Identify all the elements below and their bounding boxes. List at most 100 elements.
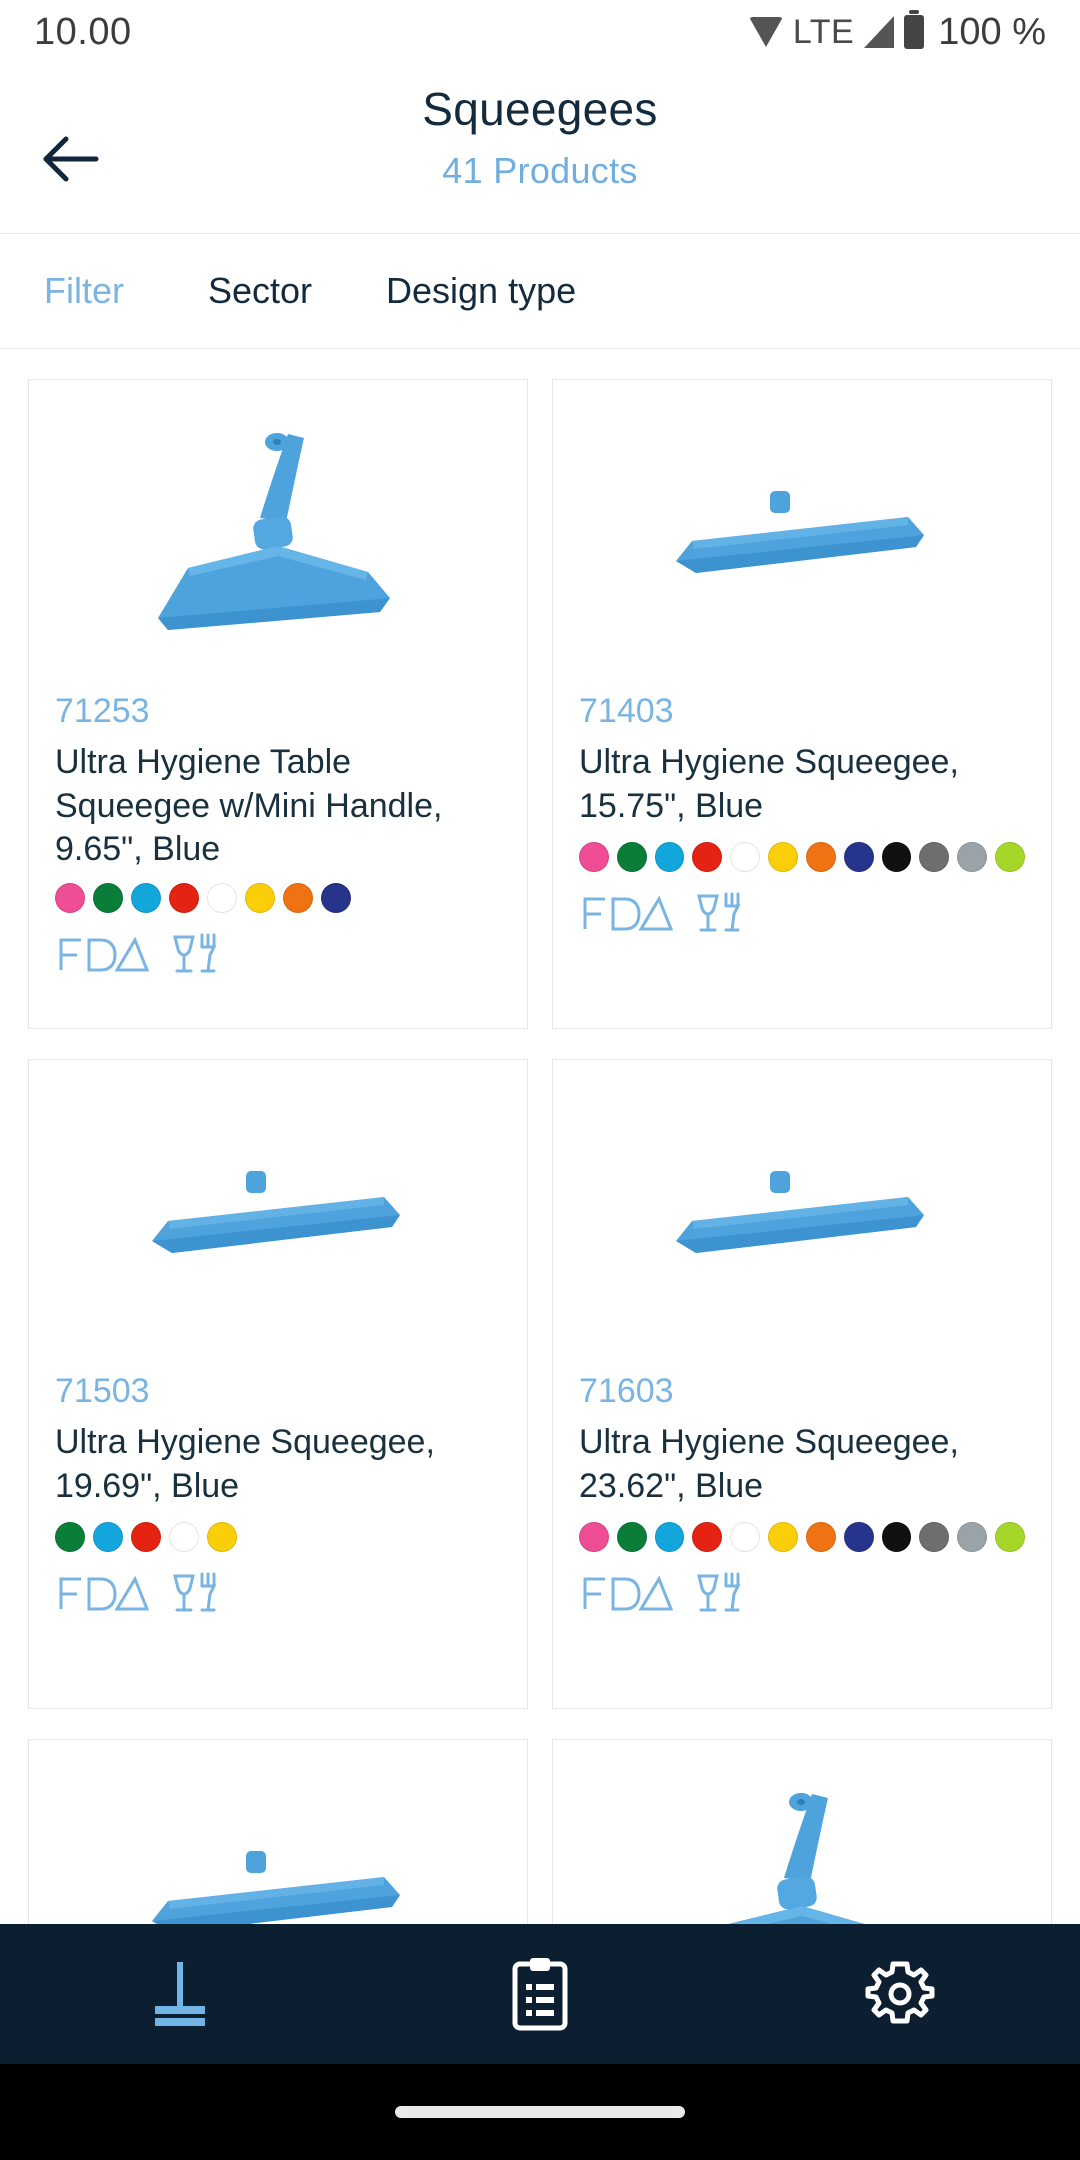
certification-badges [553, 1570, 1051, 1616]
color-swatch[interactable] [919, 1522, 950, 1553]
filter-tab-design-type[interactable]: Design type [386, 270, 576, 312]
color-swatch[interactable] [131, 883, 161, 913]
nav-item-products[interactable] [0, 1954, 360, 2034]
color-swatch[interactable] [730, 842, 761, 873]
product-info: 71403 Ultra Hygiene Squeegee, 15.75", Blu… [553, 692, 1051, 828]
color-swatch[interactable] [768, 1522, 798, 1553]
filter-bar: Filter Sector Design type [0, 234, 1080, 349]
product-image [553, 380, 1051, 680]
color-swatch[interactable] [579, 1522, 609, 1553]
color-swatch[interactable] [283, 883, 313, 913]
squeegee-head-image [676, 491, 924, 573]
color-swatch[interactable] [995, 842, 1025, 873]
app-screen: 10.00 LTE 100 % Squeegees 41 Products Fi… [0, 0, 1080, 2160]
color-swatch[interactable] [245, 883, 275, 913]
color-swatch[interactable] [995, 1522, 1025, 1553]
product-name: Ultra Hygiene Squeegee, 19.69", Blue [55, 1423, 435, 1505]
gesture-bar [0, 2064, 1080, 2160]
color-swatch[interactable] [654, 1522, 685, 1553]
product-card[interactable]: 71603 Ultra Hygiene Squeegee, 23.62", Blu… [552, 1059, 1052, 1709]
product-info: 71253 Ultra Hygiene Table Squeegee w/Mini… [29, 692, 527, 869]
battery-percent: 100 % [938, 10, 1046, 53]
product-image [29, 1060, 527, 1360]
color-swatch[interactable] [881, 1522, 912, 1553]
color-swatch[interactable] [207, 1522, 237, 1553]
certification-badges [29, 931, 527, 977]
product-grid: 71253 Ultra Hygiene Table Squeegee w/Mini… [0, 349, 1080, 2160]
nav-item-tasks[interactable] [360, 1956, 720, 2032]
product-info: 71503 Ultra Hygiene Squeegee, 19.69", Blu… [29, 1372, 527, 1508]
color-swatch[interactable] [169, 883, 199, 913]
color-swatch[interactable] [730, 1522, 761, 1553]
product-card[interactable]: 71403 Ultra Hygiene Squeegee, 15.75", Blu… [552, 379, 1052, 1029]
food-safe-icon [173, 1572, 217, 1612]
fda-icon [59, 1575, 150, 1611]
color-swatch[interactable] [93, 1522, 123, 1553]
back-button[interactable] [28, 116, 114, 202]
color-swatch[interactable] [843, 1522, 874, 1553]
clipboard-icon [512, 1958, 568, 2031]
product-card[interactable]: 71253 Ultra Hygiene Table Squeegee w/Mini… [28, 379, 528, 1029]
app-bar: Squeegees 41 Products [0, 64, 1080, 234]
color-swatch[interactable] [692, 1522, 723, 1553]
color-swatch[interactable] [957, 1522, 988, 1553]
color-swatch[interactable] [805, 842, 836, 873]
squeegee-icon [155, 1962, 205, 2026]
color-swatch[interactable] [843, 842, 874, 873]
food-safe-icon [697, 1572, 741, 1612]
product-card[interactable]: 71503 Ultra Hygiene Squeegee, 19.69", Blu… [28, 1059, 528, 1709]
page-title: Squeegees [422, 83, 658, 135]
color-swatch[interactable] [55, 1522, 85, 1553]
food-safe-icon [173, 933, 217, 973]
status-bar: 10.00 LTE 100 % [0, 0, 1080, 64]
color-swatch[interactable] [131, 1522, 161, 1553]
product-image [553, 1060, 1051, 1360]
color-swatch[interactable] [616, 842, 647, 873]
color-swatches [29, 883, 527, 913]
color-swatch[interactable] [768, 842, 798, 873]
product-count: 41 Products [442, 150, 638, 191]
food-safe-icon [697, 892, 741, 932]
certification-badges [553, 890, 1051, 936]
color-swatch[interactable] [616, 1522, 647, 1553]
color-swatch[interactable] [169, 1522, 199, 1553]
color-swatch[interactable] [93, 883, 123, 913]
color-swatch[interactable] [919, 842, 950, 873]
certification-badges [29, 1570, 527, 1616]
color-swatch[interactable] [654, 842, 685, 873]
nav-item-settings[interactable] [720, 1956, 1080, 2032]
arrow-left-icon [43, 136, 99, 182]
bottom-navigation [0, 1924, 1080, 2064]
product-sku: 71603 [579, 1372, 674, 1410]
squeegee-head-image [152, 1171, 400, 1253]
fda-icon [583, 1575, 674, 1611]
fda-icon [59, 936, 150, 972]
filter-tab-sector[interactable]: Sector [208, 270, 386, 312]
filter-tab-filter[interactable]: Filter [44, 270, 208, 312]
product-name: Ultra Hygiene Squeegee, 15.75", Blue [579, 743, 959, 825]
status-indicators: LTE 100 % [748, 10, 1046, 54]
app-bar-titles: Squeegees 41 Products [0, 64, 1080, 192]
color-swatches [553, 1522, 1051, 1553]
home-indicator[interactable] [395, 2106, 685, 2118]
color-swatch[interactable] [321, 883, 351, 913]
product-name: Ultra Hygiene Table Squeegee w/Mini Hand… [55, 743, 443, 869]
fda-icon [583, 895, 674, 931]
color-swatch[interactable] [881, 842, 912, 873]
color-swatch[interactable] [805, 1522, 836, 1553]
color-swatch[interactable] [692, 842, 723, 873]
wifi-icon [748, 17, 783, 47]
product-sku: 71503 [55, 1372, 150, 1410]
signal-icon [864, 16, 895, 48]
color-swatch[interactable] [55, 883, 85, 913]
battery-icon [904, 10, 925, 49]
product-info: 71603 Ultra Hygiene Squeegee, 23.62", Blu… [553, 1372, 1051, 1508]
color-swatch[interactable] [207, 883, 237, 913]
product-sku: 71253 [55, 692, 150, 730]
product-image [29, 380, 527, 680]
gear-icon [865, 1961, 935, 2024]
color-swatches [29, 1522, 527, 1553]
color-swatch[interactable] [957, 842, 988, 873]
table-squeegee-with-handle-image [158, 433, 390, 630]
color-swatch[interactable] [579, 842, 609, 873]
